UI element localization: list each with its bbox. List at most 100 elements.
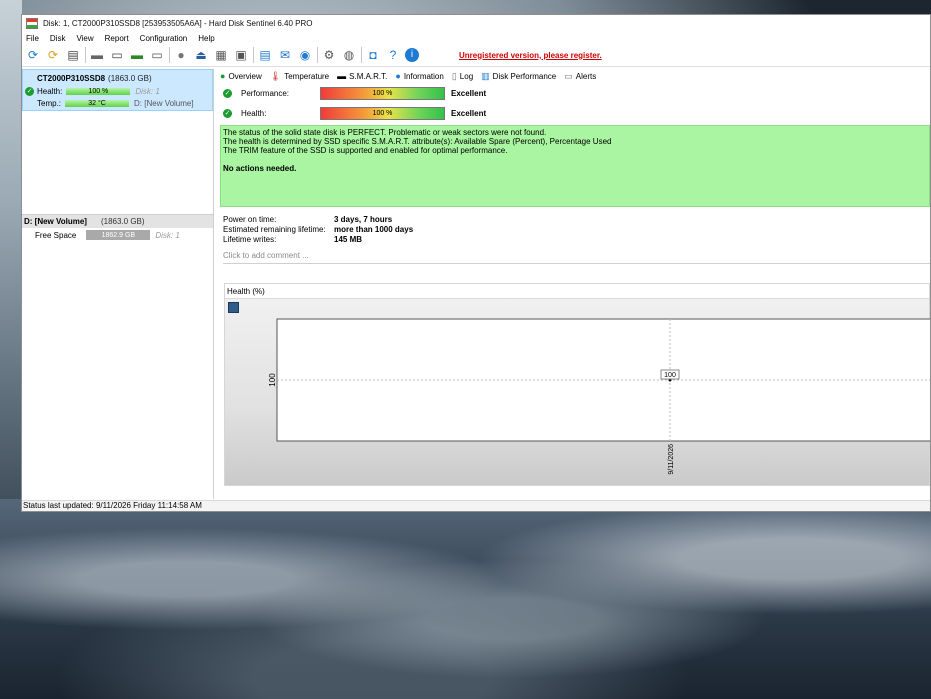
copy-disk-icon[interactable]: ▣ — [233, 47, 249, 63]
performance-icon: ▥ — [481, 70, 490, 81]
window-title: Disk: 1, CT2000P310SSD8 [253953505A6A] -… — [43, 19, 313, 28]
globe-icon[interactable]: ◉ — [297, 47, 313, 63]
menu-view[interactable]: View — [76, 34, 93, 43]
status-description[interactable]: The status of the solid state disk is PE… — [220, 125, 930, 207]
eject-icon[interactable]: ⏏ — [193, 47, 209, 63]
menu-report[interactable]: Report — [105, 34, 129, 43]
status-line: The TRIM feature of the SSD is supported… — [223, 146, 508, 155]
chart-canvas: 100 100 9/11/2026 — [268, 318, 930, 475]
tab-smart[interactable]: ▬ S.M.A.R.T. — [337, 71, 387, 81]
health-bar: 100 % — [320, 106, 445, 120]
performance-rating: Excellent — [451, 88, 487, 98]
volume-header[interactable]: D: [New Volume] (1863.0 GB) — [22, 215, 213, 228]
performance-ok-icon: ✓ — [223, 88, 232, 98]
x-tick-label: 9/11/2026 — [668, 444, 675, 475]
temp-label: Temp.: — [37, 98, 62, 108]
menu-configuration[interactable]: Configuration — [140, 34, 188, 43]
tools-icon[interactable]: ◍ — [341, 47, 357, 63]
toolbar: ⟳ ⟳ ▤ ▬ ▭ ▬ ▭ ● ⏏ ▦ ▣ ▤ ✉ ◉ ⚙ ◍ ◘ ? i Un… — [22, 44, 930, 67]
performance-row: ✓ Performance: 100 % Excellent — [220, 83, 930, 103]
desktop-background-left — [0, 0, 22, 512]
server-icon[interactable]: ▦ — [213, 47, 229, 63]
status-bar: Status last updated: 9/11/2026 Friday 11… — [22, 500, 930, 511]
disk-gray-icon[interactable]: ▬ — [89, 47, 105, 63]
disk-settings-icon[interactable]: ▭ — [149, 47, 165, 63]
disk-check-icon[interactable]: ▬ — [129, 47, 145, 63]
plot-area — [276, 318, 930, 442]
info-icon: ● — [395, 71, 401, 81]
tab-disk-performance[interactable]: ▥ Disk Performance — [481, 71, 556, 82]
app-icon — [26, 18, 38, 29]
refresh-all-icon[interactable]: ⟳ — [45, 47, 61, 63]
disk-info-icon[interactable]: ▭ — [109, 47, 125, 63]
health-bar: 100 % — [66, 87, 131, 95]
status-line: The status of the solid state disk is PE… — [223, 128, 547, 137]
tab-log[interactable]: ▯ Log — [452, 71, 473, 82]
disk-list-panel: CT2000P310SSD8 (1863.0 GB) ✓ Health: 100… — [22, 69, 214, 499]
tab-overview[interactable]: ● Overview — [220, 71, 262, 81]
drive-icon[interactable]: ● — [173, 47, 189, 63]
disk-list-icon[interactable]: ▤ — [65, 47, 81, 63]
health-label: Health: — [37, 86, 63, 96]
temp-bar: 32 °C — [65, 99, 130, 107]
help-icon[interactable]: ? — [385, 47, 401, 63]
desktop-background — [0, 499, 931, 699]
gear-icon[interactable]: ⚙ — [321, 47, 337, 63]
health-ok-icon: ✓ — [223, 108, 232, 118]
data-label: 100 — [664, 372, 676, 379]
toolbar-separator — [361, 47, 362, 63]
smart-icon: ▬ — [337, 71, 347, 81]
register-link[interactable]: Unregistered version, please register. — [459, 51, 602, 60]
health-disk-ref: Disk: 1 — [135, 86, 160, 96]
tab-temperature[interactable]: 🌡 Temperature — [270, 71, 329, 82]
tab-information[interactable]: ● Information — [395, 71, 443, 81]
toolbar-separator — [169, 47, 170, 63]
alerts-icon: ▭ — [564, 70, 573, 81]
status-line: The health is determined by SSD specific… — [223, 137, 612, 146]
volume-ref: D: [New Volume] — [134, 98, 194, 108]
performance-label: Performance: — [241, 88, 290, 98]
health-row: ✓ Health: 100 % Excellent — [220, 103, 930, 123]
disk-entry[interactable]: CT2000P310SSD8 (1863.0 GB) ✓ Health: 100… — [22, 69, 213, 215]
main-panel: ● Overview 🌡 Temperature ▬ S.M.A.R.T. ● Info… — [220, 69, 930, 497]
free-space-disk: Disk: 1 — [155, 230, 180, 240]
menu-disk[interactable]: Disk — [50, 34, 66, 43]
menu-help[interactable]: Help — [198, 34, 214, 43]
app-window: Disk: 1, CT2000P310SSD8 [253953505A6A] -… — [21, 14, 931, 512]
mail-icon[interactable]: ✉ — [277, 47, 293, 63]
log-icon: ▯ — [451, 70, 457, 81]
health-chart: Health (%) 100 100 9/11/2026 — [224, 283, 930, 486]
title-bar[interactable]: Disk: 1, CT2000P310SSD8 [253953505A6A] -… — [22, 15, 930, 32]
actions-needed: No actions needed. — [223, 164, 297, 173]
camera-icon[interactable]: ◘ — [365, 47, 381, 63]
info-row: Lifetime writes: 145 MB — [223, 235, 363, 244]
volume-name: D: [New Volume] — [24, 217, 87, 226]
health-rating: Excellent — [451, 108, 487, 118]
free-space-bar: 1862.9 GB — [86, 230, 151, 240]
check-icon: ● — [220, 71, 226, 81]
disk-entry-selected[interactable]: CT2000P310SSD8 (1863.0 GB) ✓ Health: 100… — [22, 69, 213, 111]
info-row: Power on time: 3 days, 7 hours — [223, 215, 393, 224]
comment-field[interactable]: Click to add comment ... — [223, 251, 930, 264]
free-space-label: Free Space — [35, 230, 77, 240]
toolbar-separator — [317, 47, 318, 63]
volume-size: (1863.0 GB) — [100, 217, 145, 226]
health-label: Health: — [241, 108, 267, 118]
menu-file[interactable]: File — [26, 34, 39, 43]
refresh-icon[interactable]: ⟳ — [25, 47, 41, 63]
info-row: Estimated remaining lifetime: more than 1… — [223, 225, 414, 234]
info-icon[interactable]: i — [405, 48, 419, 62]
toolbar-separator — [85, 47, 86, 63]
disk-info: Power on time: 3 days, 7 hours Estimated … — [220, 215, 930, 245]
toolbar-separator — [253, 47, 254, 63]
menu-bar: File Disk View Report Configuration Help — [22, 32, 930, 44]
disk-name: CT2000P310SSD8 — [37, 73, 106, 83]
tab-alerts[interactable]: ▭ Alerts — [564, 71, 596, 82]
thermometer-icon: 🌡 — [269, 70, 282, 81]
tab-bar: ● Overview 🌡 Temperature ▬ S.M.A.R.T. ● Info… — [220, 69, 930, 83]
performance-bar: 100 % — [320, 86, 445, 100]
health-ok-icon: ✓ — [25, 86, 34, 96]
y-tick-label: 100 — [268, 373, 277, 387]
notes-icon[interactable]: ▤ — [257, 47, 273, 63]
disk-size: (1863.0 GB) — [108, 73, 152, 83]
